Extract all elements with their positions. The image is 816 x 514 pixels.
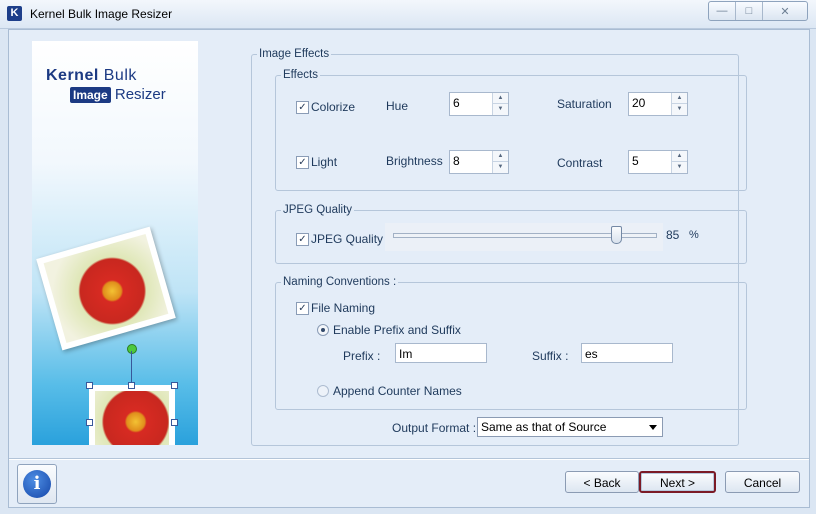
hue-value[interactable]: 6 (453, 96, 460, 110)
jpeg-quality-value: 85 (666, 228, 680, 242)
colorize-label[interactable]: Colorize (311, 100, 355, 114)
naming-conventions-legend: Naming Conventions : (283, 276, 397, 288)
info-button[interactable]: i (17, 464, 57, 504)
minimize-icon[interactable]: — (709, 2, 736, 20)
saturation-label: Saturation (557, 97, 612, 111)
spin-up-icon[interactable]: ▲ (672, 93, 687, 104)
rotate-handle-icon (127, 344, 137, 354)
light-label[interactable]: Light (311, 155, 337, 169)
resize-handle-icon (86, 382, 93, 389)
spin-up-icon[interactable]: ▲ (672, 151, 687, 162)
brightness-value[interactable]: 8 (453, 154, 460, 168)
selection-line (131, 351, 132, 385)
effects-legend: Effects (283, 69, 318, 81)
back-button[interactable]: < Back (565, 471, 639, 493)
flower-photo-small (89, 385, 175, 445)
suffix-input[interactable]: es (581, 343, 673, 363)
append-counter-label[interactable]: Append Counter Names (333, 384, 462, 398)
window-title: Kernel Bulk Image Resizer (30, 7, 173, 21)
jpeg-quality-slider[interactable] (385, 223, 663, 251)
slider-thumb[interactable] (610, 226, 622, 244)
prefix-label: Prefix : (343, 349, 381, 363)
light-checkbox[interactable]: ✓ (296, 156, 309, 169)
spin-down-icon[interactable]: ▼ (672, 104, 687, 115)
hue-label: Hue (386, 99, 409, 113)
output-format-value[interactable]: Same as that of Source (481, 420, 606, 434)
output-format-select[interactable]: Same as that of Source (477, 417, 663, 437)
spin-up-icon[interactable]: ▲ (493, 151, 508, 162)
flower-photo-large (36, 226, 176, 351)
hue-stepper[interactable]: 6 ▲ ▼ (449, 92, 509, 116)
resize-handle-icon (171, 419, 178, 426)
jpeg-quality-legend: JPEG Quality (283, 204, 353, 216)
spin-down-icon[interactable]: ▼ (672, 162, 687, 173)
file-naming-label[interactable]: File Naming (311, 301, 375, 315)
logo-resizer: Resizer (114, 86, 166, 103)
resize-handle-icon (171, 382, 178, 389)
spin-up-icon[interactable]: ▲ (493, 93, 508, 104)
chevron-down-icon[interactable] (649, 425, 657, 430)
logo-image: Image (70, 87, 111, 103)
maximize-icon[interactable]: □ (736, 2, 763, 20)
contrast-stepper[interactable]: 5 ▲ ▼ (628, 150, 688, 174)
jpeg-quality-checkbox[interactable]: ✓ (296, 233, 309, 246)
percent-label: % (689, 229, 699, 241)
info-icon[interactable]: i (23, 470, 51, 498)
app-icon: K (7, 6, 22, 21)
prefix-input[interactable]: Im (395, 343, 487, 363)
enable-prefix-suffix-label[interactable]: Enable Prefix and Suffix (333, 323, 461, 337)
file-naming-checkbox[interactable]: ✓ (296, 302, 309, 315)
logo-bulk: Bulk (103, 67, 137, 84)
title-bar: K Kernel Bulk Image Resizer — □ ✕ (0, 0, 816, 29)
brightness-stepper[interactable]: 8 ▲ ▼ (449, 150, 509, 174)
next-button[interactable]: Next > (639, 471, 716, 493)
contrast-value[interactable]: 5 (632, 154, 639, 168)
footer-separator-highlight (9, 459, 809, 460)
spin-down-icon[interactable]: ▼ (493, 162, 508, 173)
window-controls: — □ ✕ (708, 1, 808, 21)
enable-prefix-suffix-radio[interactable] (317, 324, 329, 336)
logo-line-2: Image Resizer (70, 86, 166, 103)
wizard-client-area: Kernel Bulk Image Resizer Image Effects … (8, 29, 810, 508)
contrast-label: Contrast (557, 156, 603, 170)
resize-handle-icon (86, 419, 93, 426)
colorize-checkbox[interactable]: ✓ (296, 101, 309, 114)
close-icon[interactable]: ✕ (763, 2, 807, 20)
output-format-label: Output Format : (392, 421, 477, 435)
brightness-label: Brightness (386, 154, 443, 168)
saturation-value[interactable]: 20 (632, 96, 645, 110)
jpeg-quality-label[interactable]: JPEG Quality : (311, 232, 390, 246)
cancel-button[interactable]: Cancel (725, 471, 800, 493)
product-banner: Kernel Bulk Image Resizer (32, 41, 198, 445)
logo-line-1: Kernel Bulk (46, 67, 137, 85)
spin-down-icon[interactable]: ▼ (493, 104, 508, 115)
image-effects-legend: Image Effects (259, 48, 330, 60)
suffix-label: Suffix : (532, 349, 569, 363)
append-counter-radio[interactable] (317, 385, 329, 397)
saturation-stepper[interactable]: 20 ▲ ▼ (628, 92, 688, 116)
logo-kernel: Kernel (46, 67, 99, 84)
resize-handle-icon (128, 382, 135, 389)
